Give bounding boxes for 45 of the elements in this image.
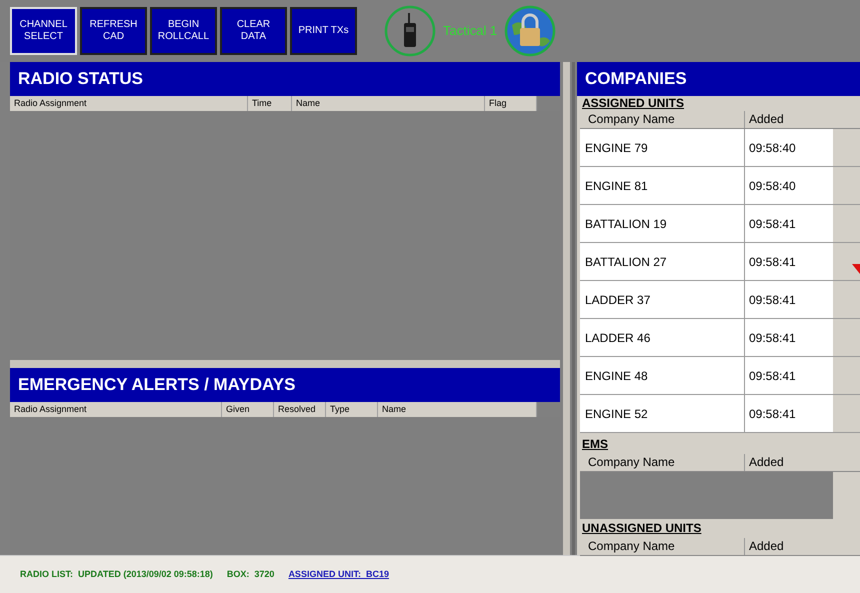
splitter-bar[interactable] [10,360,560,368]
column-header: Name [378,402,537,417]
table-cell: BATTALION 19 [580,205,745,242]
column-header: Given [222,402,274,417]
column-header: Time [248,96,292,111]
section-label: ASSIGNED UNITS [581,96,686,111]
radio-icon [384,5,436,57]
toolbar-button[interactable]: BEGIN ROLLCALL [150,7,217,55]
status-text: BOX: 3720 [226,568,274,581]
table-cell: LADDER 46 [580,319,745,356]
section-title: EMERGENCY ALERTS / MAYDAYS [10,368,560,402]
column-header: Name [292,96,485,111]
table-cell: ENGINE 79 [580,129,745,166]
table-cell: 09:58:41 [745,281,833,318]
toolbar-button[interactable]: CLEAR DATA [220,7,287,55]
table-cell: BATTALION 27 [580,243,745,280]
splitter-bar[interactable] [563,62,570,555]
toolbar-button[interactable]: CHANNEL SELECT [10,7,77,55]
table-cell: 09:58:41 [745,395,833,432]
table-cell: 09:58:41 [745,205,833,242]
channel-label: Tactical 1 [443,22,498,40]
section-label: UNASSIGNED UNITS [581,521,702,536]
table-cell: 09:58:40 [745,167,833,204]
column-header: Type [326,402,378,417]
toolbar-button[interactable]: REFRESH CAD [80,7,147,55]
table-cell: ENGINE 52 [580,395,745,432]
section-title: COMPANIES [577,62,860,96]
column-header: Radio Assignment [10,96,248,111]
globe-lock-icon [504,5,556,57]
status-text: RADIO LIST: UPDATED (2013/09/02 09:58:18) [20,568,213,581]
table-cell: 09:58:41 [745,243,833,280]
table-cell: 09:58:41 [745,319,833,356]
section-label: EMS [581,437,610,452]
column-header: Radio Assignment [10,402,222,417]
triangle-icon [852,264,860,274]
table-cell: 09:58:41 [745,357,833,394]
table-cell: ENGINE 81 [580,167,745,204]
column-header: Flag [485,96,537,111]
toolbar-button[interactable]: PRINT TXs [290,7,357,55]
assigned-unit-link[interactable]: ASSIGNED UNIT: BC19 [288,568,389,582]
section-title: RADIO STATUS [10,62,560,96]
table-cell: LADDER 37 [580,281,745,318]
column-header: Resolved [274,402,326,417]
table-cell: ENGINE 48 [580,357,745,394]
table-cell: 09:58:40 [745,129,833,166]
